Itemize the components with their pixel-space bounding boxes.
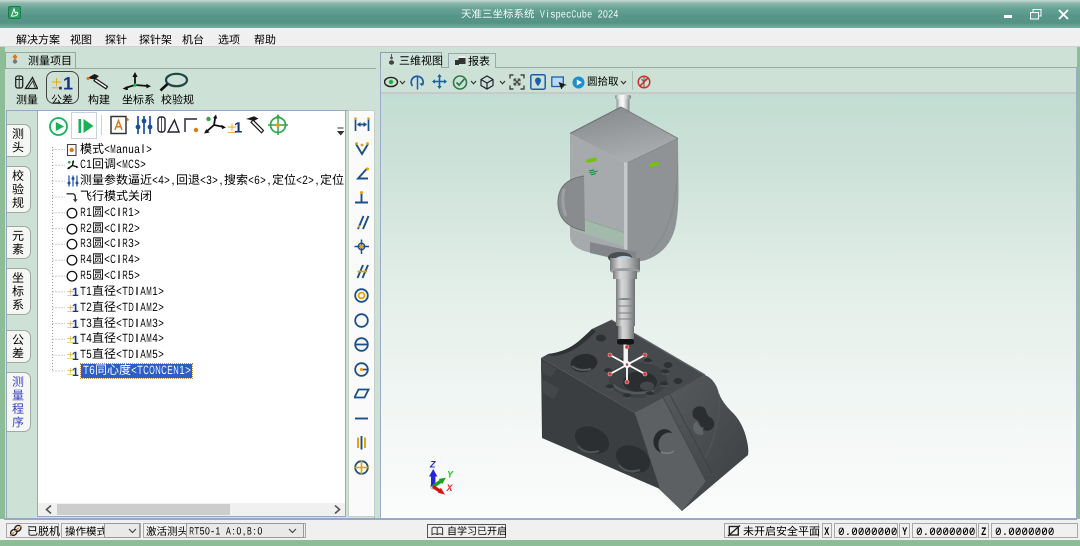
svg-text:X: X [446,483,454,493]
svg-text:Y: Y [447,470,454,480]
svg-text:Z: Z [429,460,436,470]
